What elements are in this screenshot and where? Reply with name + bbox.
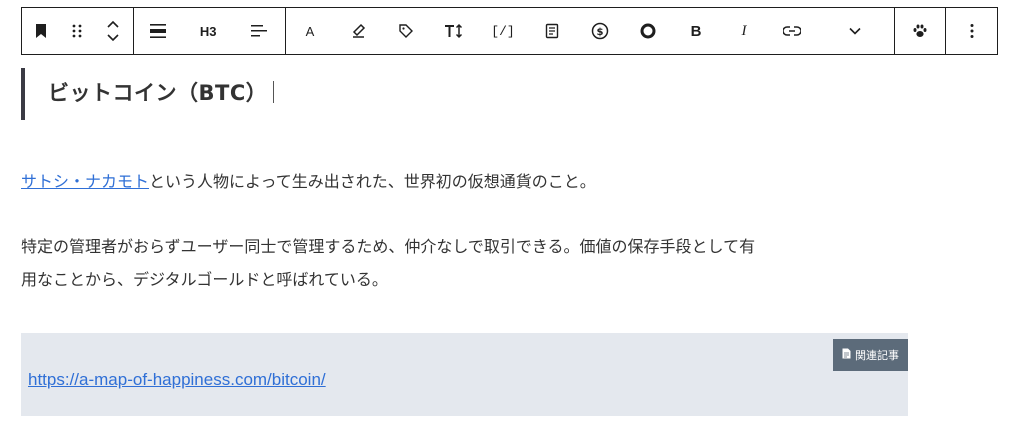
format-controls-group: A [/] $ B I bbox=[286, 8, 895, 54]
plugin-controls-group bbox=[895, 8, 946, 54]
link-icon[interactable] bbox=[768, 8, 816, 54]
text-align-icon[interactable] bbox=[234, 8, 284, 54]
more-options-icon[interactable] bbox=[946, 8, 997, 54]
heading-controls-group: H3 bbox=[134, 8, 286, 54]
chevron-down-icon[interactable] bbox=[816, 8, 894, 54]
heading-text: ビットコイン（BTC） bbox=[48, 81, 268, 105]
document-icon bbox=[842, 348, 851, 362]
drag-handle-icon[interactable] bbox=[60, 8, 94, 54]
tag-icon[interactable] bbox=[382, 8, 430, 54]
bold-button[interactable]: B bbox=[672, 8, 720, 54]
paragraph-line: 用なことから、デジタルゴールドと呼ばれている。 bbox=[21, 270, 388, 289]
badge-label: 関連記事 bbox=[855, 349, 899, 362]
highlighter-icon[interactable] bbox=[334, 8, 382, 54]
paragraph-block[interactable]: サトシ・ナカモトという人物によって生み出された、世界初の仮想通貨のこと。 bbox=[21, 165, 901, 198]
paragraph-text: という人物によって生み出された、世界初の仮想通貨のこと。 bbox=[149, 172, 596, 191]
svg-text:$: $ bbox=[597, 27, 604, 38]
options-group bbox=[946, 8, 997, 54]
move-up-down-icon[interactable] bbox=[94, 8, 132, 54]
heading-block[interactable]: ビットコイン（BTC） bbox=[48, 78, 275, 108]
paw-icon[interactable] bbox=[895, 8, 945, 54]
paragraph-block[interactable]: 特定の管理者がおらずユーザー同士で管理するため、仲介なしで取引できる。価値の保存… bbox=[21, 230, 901, 296]
text-color-button[interactable]: A bbox=[286, 8, 334, 54]
heading-accent-bar bbox=[21, 68, 25, 120]
related-article-card[interactable]: 関連記事 https://a-map-of-happiness.com/bitc… bbox=[21, 333, 908, 416]
related-article-link[interactable]: https://a-map-of-happiness.com/bitcoin/ bbox=[28, 370, 326, 390]
circle-marker-icon[interactable] bbox=[624, 8, 672, 54]
italic-button[interactable]: I bbox=[720, 8, 768, 54]
heading-level-button[interactable]: H3 bbox=[182, 8, 234, 54]
align-wide-icon[interactable] bbox=[134, 8, 182, 54]
block-toolbar: H3 A [/] $ B I bbox=[21, 7, 998, 55]
font-size-icon[interactable] bbox=[430, 8, 478, 54]
related-article-badge: 関連記事 bbox=[833, 339, 908, 371]
block-controls-group bbox=[22, 8, 135, 54]
satoshi-link[interactable]: サトシ・ナカモト bbox=[21, 172, 149, 191]
paragraph-line: 特定の管理者がおらずユーザー同士で管理するため、仲介なしで取引できる。価値の保存… bbox=[21, 237, 756, 256]
bookmark-icon[interactable] bbox=[22, 8, 60, 54]
document-icon[interactable] bbox=[528, 8, 576, 54]
inline-code-button[interactable]: [/] bbox=[478, 8, 528, 54]
coin-icon[interactable]: $ bbox=[576, 8, 624, 54]
text-cursor bbox=[273, 81, 275, 103]
